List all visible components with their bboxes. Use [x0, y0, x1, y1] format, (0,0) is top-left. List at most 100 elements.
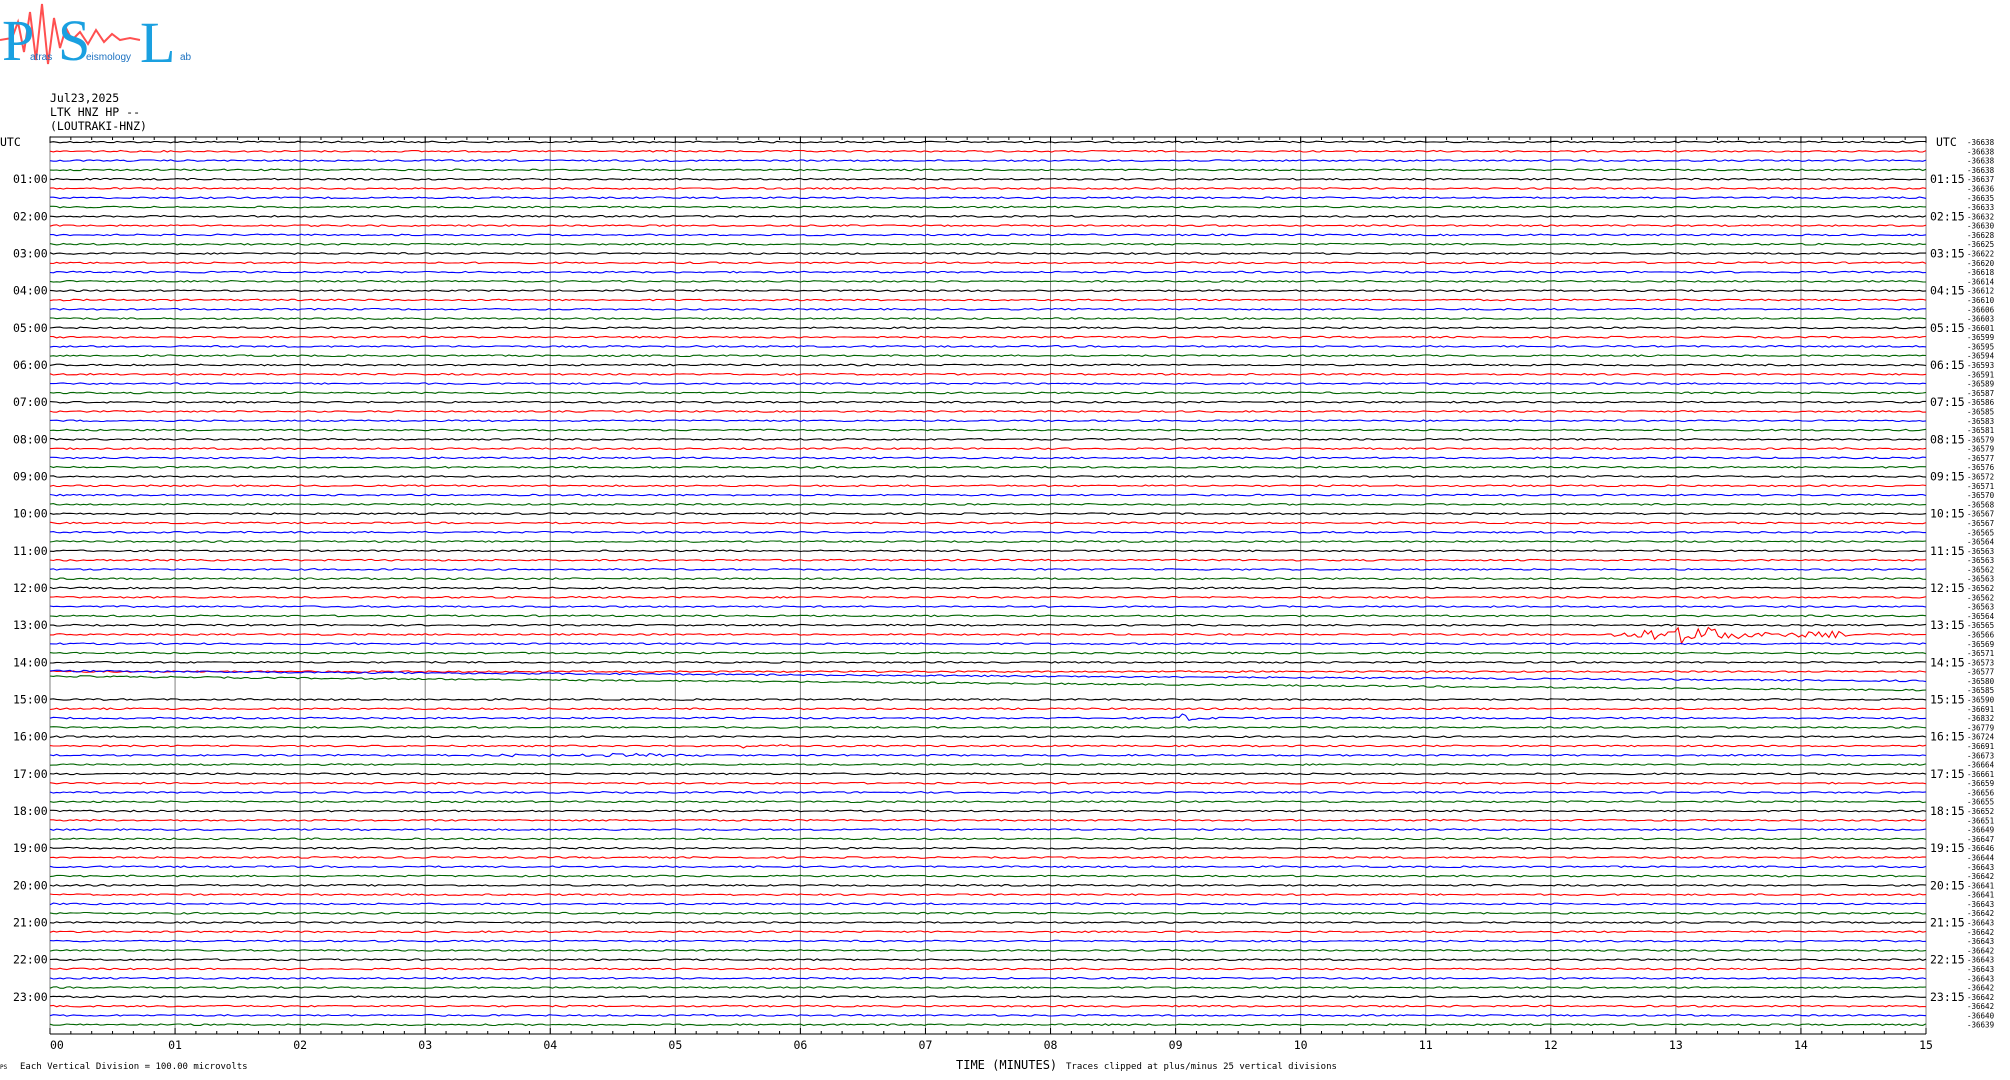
trace-offset-label-27: -36587: [1967, 389, 1994, 398]
trace-offset-label-6: -36635: [1967, 194, 1994, 203]
trace-offset-label-60: -36590: [1967, 696, 1995, 705]
trace-offset-label-8: -36632: [1967, 212, 1994, 221]
trace-22: [49, 345, 1927, 348]
trace-offset-label-69: -36659: [1967, 779, 1994, 788]
x-tick-label-08: 08: [1044, 1038, 1058, 1052]
right-hour-label: 15:15: [1930, 693, 1965, 707]
trace-offset-label-39: -36568: [1967, 500, 1995, 509]
trace-55: [49, 651, 1927, 655]
trace-82: [49, 902, 1927, 906]
right-hour-label: 09:15: [1930, 470, 1965, 484]
trace-offset-label-81: -36641: [1967, 891, 1994, 900]
trace-74: [49, 828, 1927, 832]
left-hour-label: 14:00: [13, 655, 48, 669]
trace-78: [49, 865, 1927, 869]
trace-69: [49, 781, 1927, 785]
trace-offset-label-21: -36599: [1967, 333, 1994, 342]
trace-5: [49, 187, 1927, 190]
trace-offset-label-56: -36573: [1967, 658, 1994, 667]
x-tick-label-15: 15: [1919, 1038, 1933, 1052]
right-hour-label: 13:15: [1930, 618, 1965, 632]
trace-offset-label-76: -36646: [1967, 844, 1995, 853]
trace-33: [49, 447, 1927, 450]
trace-offset-label-73: -36651: [1967, 816, 1994, 825]
right-hour-label: 04:15: [1930, 284, 1965, 298]
trace-32: [50, 437, 1927, 441]
trace-59: [49, 675, 1927, 692]
left-hour-label: 11:00: [13, 544, 48, 558]
left-hour-label: UTC: [0, 135, 21, 149]
trace-offset-label-14: -36618: [1967, 268, 1995, 277]
trace-offset-label-63: -36779: [1967, 723, 1994, 732]
trace-95: [49, 1023, 1927, 1027]
right-hour-label: 01:15: [1930, 172, 1965, 186]
trace-offset-label-12: -36622: [1967, 250, 1994, 259]
trace-91: [49, 986, 1927, 989]
left-hour-label: 20:00: [13, 878, 48, 892]
x-tick-label-00: 00: [50, 1038, 64, 1052]
trace-offset-label-37: -36571: [1967, 482, 1994, 491]
trace-offset-label-25: -36591: [1967, 370, 1994, 379]
trace-offset-label-95: -36639: [1967, 1021, 1994, 1030]
right-hour-label: 05:15: [1930, 321, 1965, 335]
trace-offset-label-28: -36586: [1967, 398, 1995, 407]
trace-offset-label-57: -36577: [1967, 668, 1994, 677]
left-hour-label: 05:00: [13, 321, 48, 335]
right-hour-label: 11:15: [1930, 544, 1965, 558]
right-hour-label: 16:15: [1930, 730, 1965, 744]
trace-offset-label-54: -36569: [1967, 640, 1994, 649]
trace-offset-label-20: -36601: [1967, 324, 1994, 333]
division-note: Each Vertical Division = 100.00 microvol…: [20, 1062, 248, 1072]
trace-offset-label-84: -36643: [1967, 919, 1994, 928]
helicorder-chart: -36638-36638-36638-36638-36637-36636-366…: [0, 135, 1995, 1052]
x-tick-label-07: 07: [919, 1038, 933, 1052]
clip-note: Traces clipped at plus/minus 25 vertical…: [1066, 1062, 1337, 1072]
trace-offset-label-75: -36647: [1967, 835, 1994, 844]
trace-offset-label-40: -36567: [1967, 510, 1994, 519]
trace-44: [49, 549, 1927, 553]
trace-offset-label-43: -36564: [1967, 538, 1995, 547]
trace-offset-label-61: -36691: [1967, 705, 1994, 714]
left-hour-label: 01:00: [13, 172, 48, 186]
left-hour-label: 12:00: [13, 581, 48, 595]
trace-19: [49, 317, 1927, 320]
trace-offset-label-18: -36606: [1967, 305, 1995, 314]
trace-offset-label-1: -36638: [1967, 147, 1995, 156]
trace-88: [49, 958, 1927, 962]
trace-36: [49, 475, 1927, 478]
trace-7: [50, 205, 1927, 209]
trace-offset-label-31: -36581: [1967, 426, 1994, 435]
trace-offset-label-17: -36610: [1967, 296, 1995, 305]
trace-offset-label-71: -36655: [1967, 798, 1994, 807]
trace-offset-label-50: -36563: [1967, 603, 1994, 612]
trace-28: [49, 400, 1926, 404]
trace-39: [49, 502, 1927, 506]
trace-90: [49, 976, 1927, 980]
right-hour-label: 19:15: [1930, 841, 1965, 855]
trace-21: [49, 335, 1927, 339]
trace-24: [49, 363, 1927, 367]
trace-46: [49, 568, 1927, 571]
trace-offset-label-2: -36638: [1967, 157, 1995, 166]
trace-11: [49, 242, 1927, 246]
trace-offset-label-24: -36593: [1967, 361, 1994, 370]
x-tick-label-12: 12: [1544, 1038, 1558, 1052]
left-hour-label: 04:00: [13, 284, 48, 298]
trace-offset-label-74: -36649: [1967, 826, 1994, 835]
trace-offset-label-88: -36643: [1967, 956, 1994, 965]
trace-offset-label-58: -36580: [1967, 677, 1995, 686]
right-hour-label: 07:15: [1930, 395, 1965, 409]
chart-grid: [49, 136, 1927, 1035]
trace-87: [49, 949, 1927, 952]
trace-offset-label-86: -36643: [1967, 937, 1994, 946]
trace-offset-label-48: -36562: [1967, 584, 1994, 593]
trace-offset-label-59: -36585: [1967, 686, 1994, 695]
trace-offset-label-19: -36603: [1967, 315, 1994, 324]
trace-50: [49, 605, 1927, 608]
trace-offset-label-41: -36567: [1967, 519, 1994, 528]
trace-20: [49, 326, 1927, 330]
trace-offset-label-34: -36577: [1967, 454, 1994, 463]
trace-0: [49, 140, 1926, 144]
left-hour-label: 15:00: [13, 693, 48, 707]
trace-offset-label-72: -36652: [1967, 807, 1994, 816]
